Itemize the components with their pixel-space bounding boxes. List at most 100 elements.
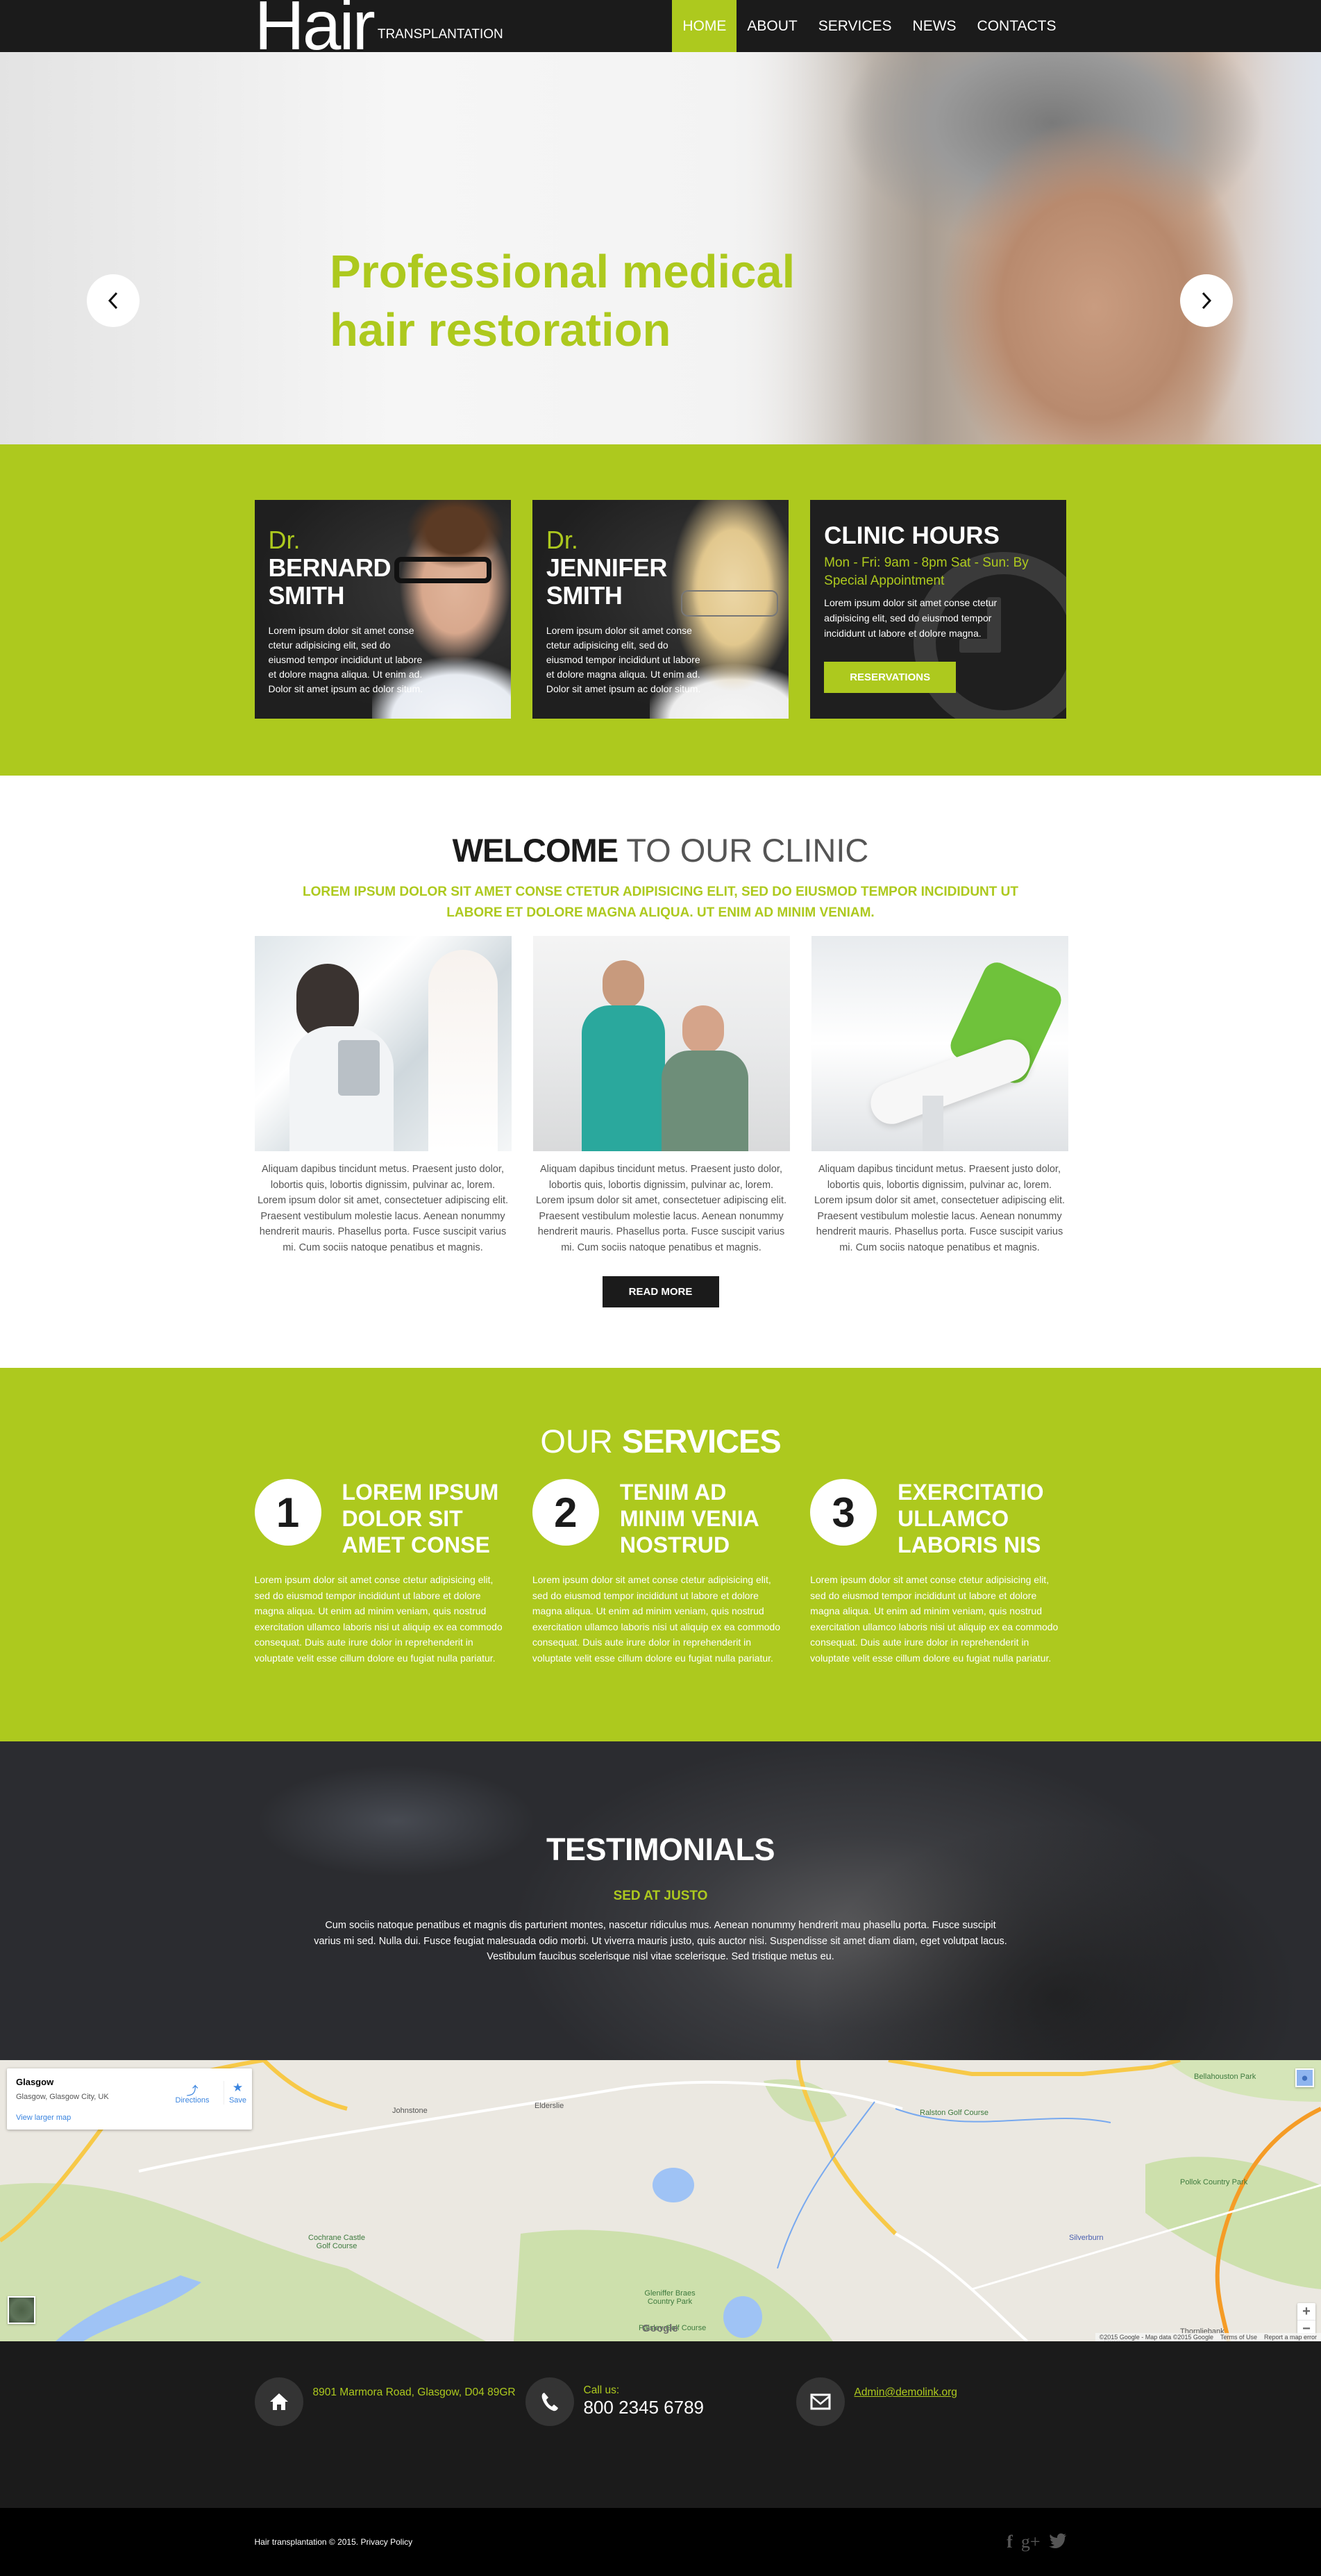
map-label: Cochrane Castle Golf Course [308,2234,365,2250]
directions-button[interactable]: ⤴ Directions [168,2081,217,2105]
nav-news[interactable]: NEWS [902,0,967,52]
doctor-first-name: BERNARD [268,553,392,582]
welcome-column: Aliquam dapibus tincidunt metus. Praesen… [811,936,1068,1255]
email-link[interactable]: Admin@demolink.org [855,2386,957,2398]
service-number: 2 [532,1479,599,1546]
site-header: Hair TRANSPLANTATION HOME ABOUT SERVICES… [0,0,1321,52]
copyright: Hair transplantation © 2015. Privacy Pol… [255,2537,413,2547]
logo-text: Hair [254,0,376,52]
star-icon: ★ [232,2081,244,2094]
services-title-light: OUR [540,1423,622,1460]
main-nav: HOME ABOUT SERVICES NEWS CONTACTS [672,0,1066,52]
hero-title-line2: hair restoration [330,304,671,356]
doctors-section: Dr. BERNARD SMITH Lorem ipsum dolor sit … [0,444,1321,776]
service-description: Lorem ipsum dolor sit amet conse ctetur … [810,1574,1059,1664]
save-label: Save [228,2096,247,2105]
slider-next-button[interactable] [1180,274,1233,327]
welcome-section: WELCOME TO OUR CLINIC LOREM IPSUM DOLOR … [0,776,1321,1368]
satellite-toggle[interactable] [8,2296,35,2324]
contact-email: Admin@demolink.org [796,2377,1067,2426]
home-icon [254,2377,303,2426]
doctor-card: Dr. BERNARD SMITH Lorem ipsum dolor sit … [254,500,511,719]
zoom-in-button[interactable]: + [1297,2303,1315,2320]
doctor-description: Lorem ipsum dolor sit amet conse ctetur … [546,625,701,694]
welcome-column: Aliquam dapibus tincidunt metus. Praesen… [254,936,512,1255]
address-text: 8901 Marmora Road, Glasgow, D04 89GR [312,2386,516,2398]
contact-phone: Call us: 800 2345 6789 [525,2377,796,2426]
logo[interactable]: Hair TRANSPLANTATION [255,0,503,52]
nav-contacts[interactable]: CONTACTS [967,0,1067,52]
map-label: Silverburn [1069,2234,1104,2242]
save-button[interactable]: ★ Save [224,2081,251,2105]
services-title: OUR SERVICES [255,1422,1067,1460]
envelope-icon [796,2377,845,2426]
clinic-hours-description: Lorem ipsum dolor sit amet conse ctetur … [824,597,998,639]
street-view-pegman-icon[interactable]: ● [1295,2068,1314,2087]
testimonials-section: TESTIMONIALS SED AT JUSTO Cum sociis nat… [0,1741,1321,2060]
doctor-patient-image [532,936,790,1151]
clinic-hours-title: CLINIC HOURS [824,522,1000,549]
facebook-icon[interactable]: f [1007,2532,1013,2553]
report-map-error-link[interactable]: Report a map error [1264,2334,1317,2341]
service-item: 1 LOREM IPSUM DOLOR SIT AMET CONSE Lorem… [254,1478,511,1666]
google-plus-icon[interactable]: g+ [1021,2532,1041,2553]
service-title[interactable]: TENIM AD MINIM VENIA NOSTRUD [620,1478,789,1558]
map-place-address: Glasgow, Glasgow City, UK [16,2093,109,2101]
doctor-description: Lorem ipsum dolor sit amet conse ctetur … [268,625,423,694]
map-place-card: Glasgow Glasgow, Glasgow City, UK View l… [7,2068,252,2130]
doctor-last-name: SMITH [268,581,345,610]
contact-address: 8901 Marmora Road, Glasgow, D04 89GR [254,2377,525,2426]
hero-image [724,52,1321,444]
welcome-column: Aliquam dapibus tincidunt metus. Praesen… [532,936,790,1255]
service-description: Lorem ipsum dolor sit amet conse ctetur … [532,1574,781,1664]
welcome-column-text: Aliquam dapibus tincidunt metus. Praesen… [257,1164,509,1253]
welcome-lead: LOREM IPSUM DOLOR SIT AMET CONSE CTETUR … [303,885,1018,920]
google-logo: Google [642,2323,678,2334]
doctor-card: Dr. JENNIFER SMITH Lorem ipsum dolor sit… [532,500,789,719]
doctor-last-name: SMITH [546,581,623,610]
slider-prev-button[interactable] [87,274,140,327]
chevron-right-icon [1202,292,1212,310]
directions-icon: ⤴ [186,2084,199,2098]
testimonials-title: TESTIMONIALS [546,1832,775,1867]
phone-number[interactable]: 800 2345 6789 [584,2398,705,2417]
terms-of-use-link[interactable]: Terms of Use [1220,2334,1257,2341]
testimonial-quote: Cum sociis natoque penatibus et magnis d… [314,1920,1007,1962]
service-item: 2 TENIM AD MINIM VENIA NOSTRUD Lorem ips… [532,1478,789,1666]
reservations-button[interactable]: RESERVATIONS [824,662,957,693]
welcome-title-light: TO OUR CLINIC [618,832,869,869]
map-copyright: ©2015 Google - Map data ©2015 Google [1099,2334,1213,2341]
service-number: 3 [810,1479,877,1546]
privacy-policy-link[interactable]: Privacy Policy [360,2537,412,2547]
welcome-title: WELCOME TO OUR CLINIC [255,831,1067,869]
testimonial-author: SED AT JUSTO [613,1889,708,1903]
hero-title: Professional medical hair restoration [330,243,795,360]
doctor-first-name: JENNIFER [546,553,668,582]
nav-services[interactable]: SERVICES [808,0,902,52]
contact-footer: 8901 Marmora Road, Glasgow, D04 89GR Cal… [0,2341,1321,2508]
map-label: Bellahouston Park [1194,2073,1256,2081]
service-item: 3 EXERCITATIO ULLAMCO LABORIS NIS Lorem … [810,1478,1066,1666]
nav-home[interactable]: HOME [672,0,737,52]
call-us-label: Call us: [583,2384,620,2396]
map-place-name: Glasgow [16,2077,54,2087]
lab-image [254,936,512,1151]
clinic-hours-schedule: Mon - Fri: 9am - 8pm Sat - Sun: By Speci… [824,555,1029,588]
social-links: f g+ [1007,2532,1066,2553]
services-title-bold: SERVICES [621,1423,782,1460]
service-title[interactable]: LOREM IPSUM DOLOR SIT AMET CONSE [342,1478,511,1558]
phone-icon [525,2377,574,2426]
map-label: Johnstone [392,2107,428,2115]
nav-about[interactable]: ABOUT [737,0,807,52]
services-section: OUR SERVICES 1 LOREM IPSUM DOLOR SIT AME… [0,1368,1321,1741]
google-map[interactable]: Johnstone Elderslie Ralston Golf Course … [0,2060,1321,2341]
service-description: Lorem ipsum dolor sit amet conse ctetur … [254,1574,503,1664]
map-zoom-control: + − [1297,2303,1315,2336]
copyright-text: Hair transplantation © 2015. [254,2537,359,2547]
view-larger-map-link[interactable]: View larger map [16,2114,71,2122]
bottom-bar: Hair transplantation © 2015. Privacy Pol… [0,2508,1321,2576]
clinic-hours-card: CLINIC HOURS Mon - Fri: 9am - 8pm Sat - … [810,500,1067,719]
twitter-icon[interactable] [1048,2532,1067,2553]
service-title[interactable]: EXERCITATIO ULLAMCO LABORIS NIS [898,1478,1066,1558]
read-more-button[interactable]: READ MORE [602,1276,719,1307]
